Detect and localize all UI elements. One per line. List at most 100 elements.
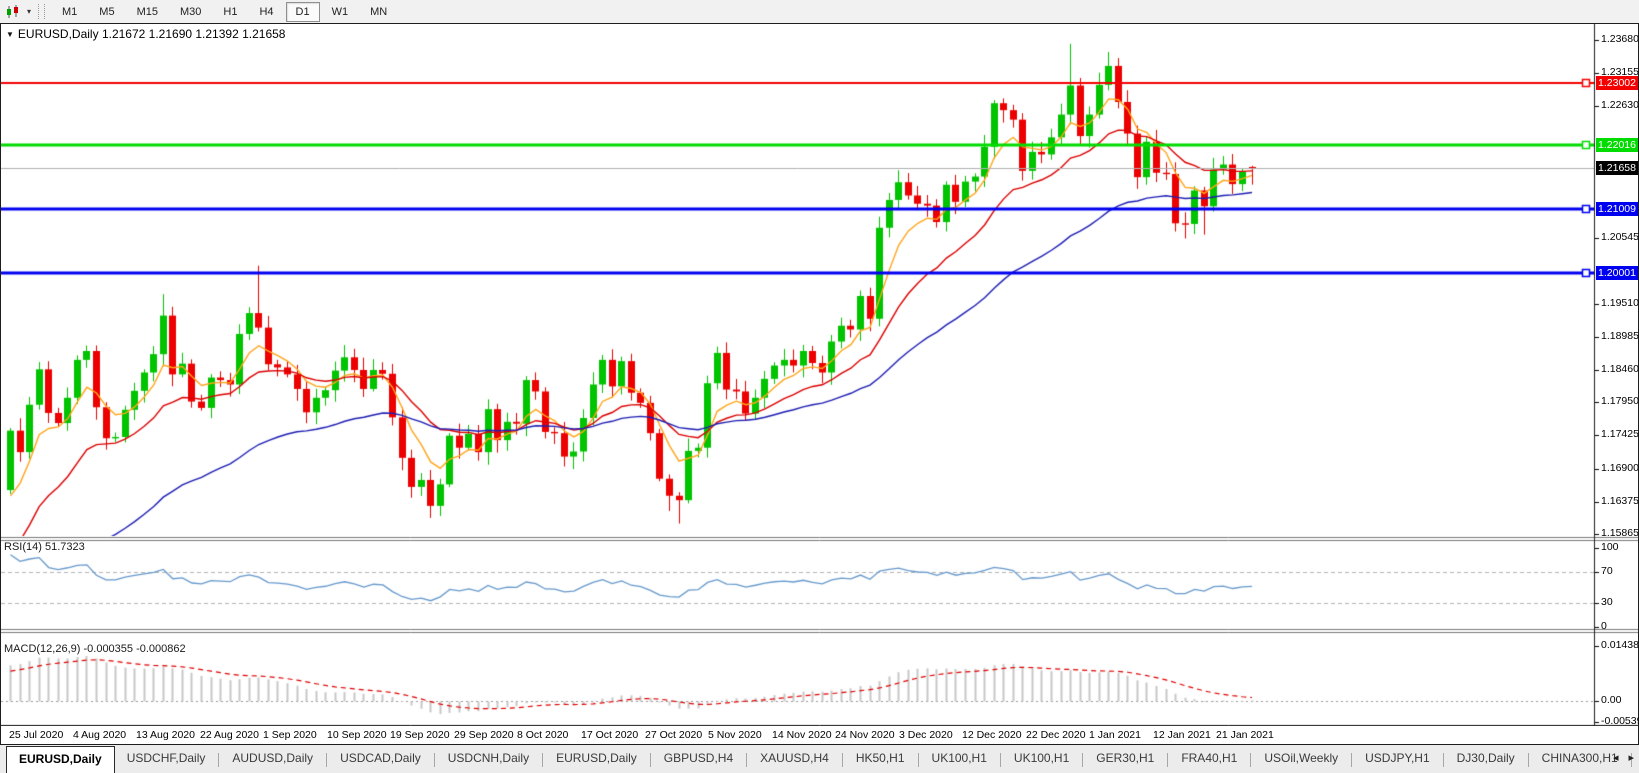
tab-separator: [326, 753, 327, 767]
macd-values: -0.000355 -0.000862: [83, 643, 185, 655]
date-axis-label: 8 Oct 2020: [517, 729, 568, 741]
tab-separator: [1528, 753, 1529, 767]
rsi-axis-tick: 70: [1601, 565, 1613, 577]
chart-ohlc-values: 1.21672 1.21690 1.21392 1.21658: [102, 27, 286, 41]
date-axis: 25 Jul 2020 4 Aug 2020 13 Aug 2020 22 Aug 2…: [1, 728, 1638, 744]
date-axis-label: 1 Sep 2020: [263, 729, 317, 741]
price-axis-tick: 1.19510: [1601, 297, 1639, 309]
date-axis-label: 17 Oct 2020: [581, 729, 638, 741]
tab-fra40-h1[interactable]: FRA40,H1: [1169, 745, 1249, 773]
date-axis-label: 19 Sep 2020: [390, 729, 450, 741]
date-axis-label: 29 Sep 2020: [454, 729, 514, 741]
tf-button-d1[interactable]: D1: [286, 2, 320, 22]
price-axis-tick: 1.22630: [1601, 99, 1639, 111]
tab-dj30-daily[interactable]: DJ30,Daily: [1445, 745, 1527, 773]
rsi-name: RSI(14): [4, 541, 42, 553]
tab-separator: [542, 753, 543, 767]
price-axis-tick: 1.20545: [1601, 231, 1639, 243]
tab-usdjpy-h1[interactable]: USDJPY,H1: [1353, 745, 1441, 773]
tab-ger30-h1[interactable]: GER30,H1: [1084, 745, 1166, 773]
date-axis-label: 13 Aug 2020: [136, 729, 195, 741]
chart-symbol-period: EURUSD,Daily: [18, 27, 99, 41]
tab-separator: [1167, 753, 1168, 767]
tab-separator: [1351, 753, 1352, 767]
timeframe-button-group: M1M5M15M30H1H4D1W1MN: [51, 2, 398, 22]
macd-axis-tick: 0.00: [1601, 694, 1621, 706]
tab-uk100-h1[interactable]: UK100,H1: [1002, 745, 1081, 773]
tab-scroll-arrows: ◂ ▸: [1613, 751, 1634, 764]
tab-separator: [1000, 753, 1001, 767]
tab-separator: [842, 753, 843, 767]
tab-gbpusd-h4[interactable]: GBPUSD,H4: [652, 745, 745, 773]
rsi-indicator-label: RSI(14) 51.7323: [4, 541, 85, 553]
tab-eurusd-daily[interactable]: EURUSD,Daily: [544, 745, 649, 773]
tab-hk50-h1[interactable]: HK50,H1: [844, 745, 917, 773]
candlestick-glyph: [6, 5, 22, 19]
tab-scroll-left-icon[interactable]: ◂: [1613, 751, 1619, 764]
rsi-value: 51.7323: [45, 541, 85, 553]
date-axis-label: 5 Nov 2020: [708, 729, 762, 741]
tab-usoil-weekly[interactable]: USOil,Weekly: [1252, 745, 1350, 773]
tab-usdcad-daily[interactable]: USDCAD,Daily: [328, 745, 433, 773]
collapse-triangle-icon[interactable]: ▼: [6, 30, 14, 39]
chart-tabs: EURUSD,DailyUSDCHF,DailyAUDUSD,DailyUSDC…: [0, 745, 1639, 773]
current-price-flag: 1.21658: [1596, 161, 1638, 175]
tab-usdcnh-daily[interactable]: USDCNH,Daily: [436, 745, 541, 773]
macd-axis-tick: -0.005396: [1601, 715, 1639, 727]
tf-button-mn[interactable]: MN: [360, 2, 397, 22]
price-axis-tick: 1.16900: [1601, 462, 1639, 474]
date-axis-label: 3 Dec 2020: [899, 729, 953, 741]
date-axis-label: 24 Nov 2020: [835, 729, 895, 741]
tab-eurusd-daily[interactable]: EURUSD,Daily: [6, 746, 115, 773]
price-axis-tick: 1.23680: [1601, 33, 1639, 45]
tf-button-m5[interactable]: M5: [89, 2, 124, 22]
date-axis-label: 12 Jan 2021: [1153, 729, 1211, 741]
charts-icon[interactable]: [4, 3, 24, 21]
tab-separator: [918, 753, 919, 767]
date-axis-label: 4 Aug 2020: [73, 729, 126, 741]
price-axis-tick: 1.17425: [1601, 428, 1639, 440]
rsi-axis-tick: 0: [1601, 620, 1607, 632]
macd-name: MACD(12,26,9): [4, 643, 80, 655]
hline-price-flag: 1.23002: [1596, 76, 1638, 90]
date-axis-label: 1 Jan 2021: [1089, 729, 1141, 741]
charts-dropdown-caret-icon[interactable]: ▾: [24, 7, 34, 16]
date-axis-label: 22 Aug 2020: [200, 729, 259, 741]
date-axis-label: 12 Dec 2020: [962, 729, 1022, 741]
tab-audusd-daily[interactable]: AUDUSD,Daily: [220, 745, 325, 773]
rsi-axis-tick: 100: [1601, 541, 1619, 553]
tf-button-m1[interactable]: M1: [52, 2, 87, 22]
tab-separator: [434, 753, 435, 767]
tf-button-m30[interactable]: M30: [170, 2, 211, 22]
timeframe-toolbar: ▾ M1M5M15M30H1H4D1W1MN: [0, 0, 1639, 23]
price-axis-tick: 1.16375: [1601, 495, 1639, 507]
tab-separator: [746, 753, 747, 767]
price-axis-tick: 1.15865: [1601, 527, 1639, 539]
date-axis-label: 22 Dec 2020: [1026, 729, 1086, 741]
tf-button-w1[interactable]: W1: [322, 2, 359, 22]
date-axis-label: 14 Nov 2020: [772, 729, 832, 741]
tab-uk100-h1[interactable]: UK100,H1: [920, 745, 999, 773]
toolbar-grip-handle[interactable]: [38, 4, 45, 19]
date-axis-label: 10 Sep 2020: [327, 729, 387, 741]
price-axis-tick: 1.18460: [1601, 363, 1639, 375]
chart-canvas[interactable]: [1, 24, 1638, 726]
tab-separator: [1250, 753, 1251, 767]
tab-usdchf-daily[interactable]: USDCHF,Daily: [115, 745, 218, 773]
tf-button-h1[interactable]: H1: [213, 2, 247, 22]
tab-scroll-right-icon[interactable]: ▸: [1628, 751, 1634, 764]
tf-button-h4[interactable]: H4: [249, 2, 283, 22]
tf-button-m15[interactable]: M15: [127, 2, 168, 22]
tab-separator: [218, 753, 219, 767]
date-axis-label: 27 Oct 2020: [645, 729, 702, 741]
price-axis-tick: 1.17950: [1601, 395, 1639, 407]
date-axis-label: 25 Jul 2020: [9, 729, 63, 741]
tab-xauusd-h4[interactable]: XAUUSD,H4: [748, 745, 841, 773]
tab-separator: [1082, 753, 1083, 767]
chart-title[interactable]: ▼ EURUSD,Daily 1.21672 1.21690 1.21392 1.…: [6, 27, 285, 41]
tab-separator: [1443, 753, 1444, 767]
rsi-axis-tick: 30: [1601, 596, 1613, 608]
hline-price-flag: 1.22016: [1596, 138, 1638, 152]
date-axis-label: 21 Jan 2021: [1216, 729, 1274, 741]
hline-price-flag: 1.20001: [1596, 266, 1638, 280]
